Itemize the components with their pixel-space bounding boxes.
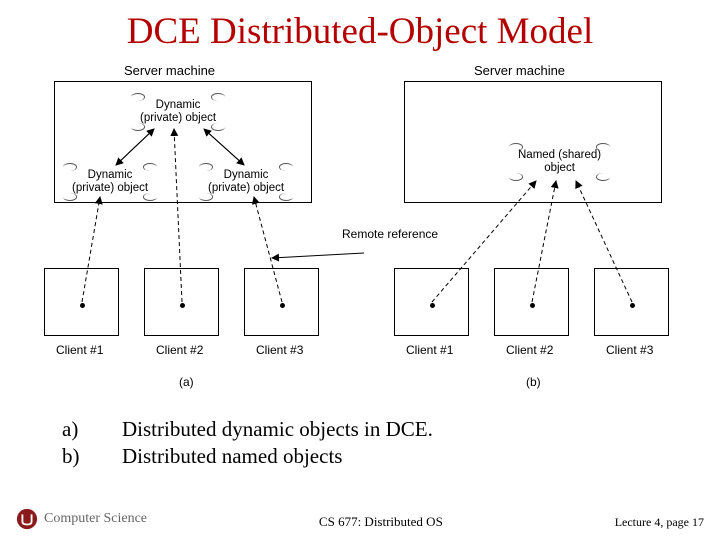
client-box-a2 bbox=[144, 268, 219, 336]
dynamic-object-1-label: Dynamic (private) object bbox=[140, 99, 216, 124]
client-dot-b3 bbox=[630, 303, 635, 308]
bullet-a: a) Distributed dynamic objects in DCE. bbox=[62, 417, 720, 442]
server-label-left: Server machine bbox=[124, 63, 215, 78]
named-object: Named (shared) object bbox=[514, 147, 605, 177]
client-box-b1 bbox=[394, 268, 469, 336]
client-label-b1: Client #1 bbox=[406, 343, 453, 357]
server-label-right: Server machine bbox=[474, 63, 565, 78]
remote-reference-label: Remote reference bbox=[342, 228, 438, 242]
diagram-area: Server machine Server machine Dynamic (p… bbox=[44, 63, 676, 403]
client-dot-b1 bbox=[430, 303, 435, 308]
client-label-b2: Client #2 bbox=[506, 343, 553, 357]
server-box-right bbox=[404, 81, 662, 203]
dynamic-object-3: Dynamic (private) object bbox=[204, 167, 288, 197]
client-dot-a1 bbox=[80, 303, 85, 308]
caption-b: (b) bbox=[526, 375, 541, 389]
client-label-a1: Client #1 bbox=[56, 343, 103, 357]
umass-logo-icon bbox=[16, 508, 38, 530]
client-dot-a3 bbox=[280, 303, 285, 308]
bullet-a-text: Distributed dynamic objects in DCE. bbox=[122, 417, 433, 442]
bullet-a-letter: a) bbox=[62, 417, 122, 442]
dynamic-object-2-label: Dynamic (private) object bbox=[72, 169, 148, 194]
footer: Computer Science CS 677: Distributed OS … bbox=[0, 508, 720, 530]
client-label-b3: Client #3 bbox=[606, 343, 653, 357]
bullet-b: b) Distributed named objects bbox=[62, 444, 720, 469]
client-box-b3 bbox=[594, 268, 669, 336]
client-label-a2: Client #2 bbox=[156, 343, 203, 357]
bullet-list: a) Distributed dynamic objects in DCE. b… bbox=[62, 417, 720, 469]
client-box-a3 bbox=[244, 268, 319, 336]
dynamic-object-1: Dynamic (private) object bbox=[136, 97, 220, 127]
named-object-label: Named (shared) object bbox=[518, 149, 601, 174]
dynamic-object-2: Dynamic (private) object bbox=[68, 167, 152, 197]
footer-cs: Computer Science bbox=[44, 511, 147, 527]
bullet-b-letter: b) bbox=[62, 444, 122, 469]
client-dot-a2 bbox=[180, 303, 185, 308]
client-box-b2 bbox=[494, 268, 569, 336]
client-box-a1 bbox=[44, 268, 119, 336]
bullet-b-text: Distributed named objects bbox=[122, 444, 342, 469]
footer-left: Computer Science bbox=[16, 508, 147, 530]
caption-a: (a) bbox=[179, 375, 194, 389]
footer-lecture: Lecture 4, page 17 bbox=[615, 515, 704, 530]
dynamic-object-3-label: Dynamic (private) object bbox=[208, 169, 284, 194]
footer-course: CS 677: Distributed OS bbox=[319, 514, 443, 530]
client-label-a3: Client #3 bbox=[256, 343, 303, 357]
slide-title: DCE Distributed-Object Model bbox=[0, 0, 720, 53]
client-dot-b2 bbox=[530, 303, 535, 308]
